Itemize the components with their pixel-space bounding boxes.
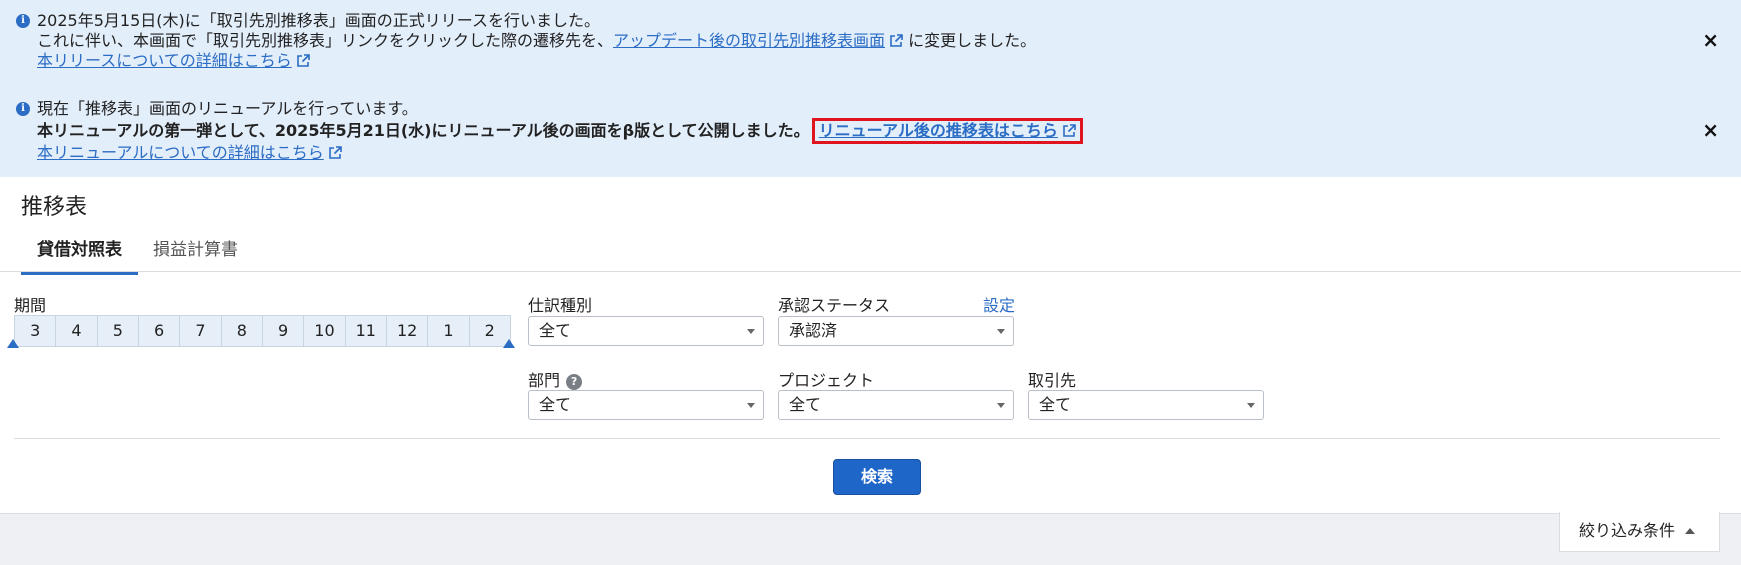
close-release-notice-button[interactable]: × (1702, 30, 1719, 50)
filter-conditions-label: 絞り込み条件 (1579, 521, 1676, 540)
external-link-icon (890, 34, 903, 47)
journal-type-select[interactable]: 全て (528, 316, 764, 346)
release-notice-line2: これに伴い、本画面で「取引先別推移表」リンクをクリックした際の遷移先を、アップデ… (37, 30, 1036, 52)
chevron-down-icon (747, 403, 755, 408)
page-title: 推移表 (21, 195, 88, 220)
chevron-down-icon (1247, 403, 1255, 408)
period-month-cell[interactable]: 12 (387, 316, 429, 346)
renewed-transition-table-link[interactable]: リニューアル後の推移表はこちら (819, 121, 1058, 140)
release-notice-line1: 2025年5月15日(木)に「取引先別推移表」画面の正式リリースを行いました。 (37, 11, 600, 30)
renewal-detail-link[interactable]: 本リニューアルについての詳細はこちら (37, 143, 324, 162)
close-renewal-notice-button[interactable]: × (1702, 120, 1719, 140)
renewal-notice-line2: 本リニューアルの第一弾として、2025年5月21日(水)にリニューアル後の画面を… (37, 118, 1083, 144)
notice-area: i 2025年5月15日(木)に「取引先別推移表」画面の正式リリースを行いました… (0, 0, 1741, 177)
partner-select[interactable]: 全て (1028, 390, 1264, 420)
release-notice-line3: 本リリースについての詳細はこちら (37, 50, 310, 72)
search-button[interactable]: 検索 (833, 459, 921, 495)
journal-type-label: 仕訳種別 (528, 296, 593, 315)
renewal-notice-line2-prefix: 本リニューアルの第一弾として、2025年5月21日(水)にリニューアル後の画面を… (37, 121, 810, 140)
period-month-cell[interactable]: 1 (428, 316, 470, 346)
partner-value: 全て (1039, 395, 1072, 414)
partner-label: 取引先 (1028, 371, 1077, 390)
info-icon: i (16, 102, 30, 116)
renewal-notice-line3: 本リニューアルについての詳細はこちら (37, 142, 342, 164)
period-month-cell[interactable]: 5 (98, 316, 139, 346)
chevron-down-icon (747, 329, 755, 334)
period-month-cell[interactable]: 10 (304, 316, 346, 346)
approval-status-value: 承認済 (789, 321, 838, 340)
period-month-selector[interactable]: 3 4 5 6 7 8 9 10 11 12 1 2 (14, 315, 511, 347)
approval-status-label: 承認ステータス (778, 296, 891, 315)
renewal-notice-line1: 現在「推移表」画面のリニューアルを行っています。 (37, 99, 418, 118)
period-start-handle[interactable] (7, 339, 19, 348)
external-link-icon (328, 146, 342, 159)
release-detail-link[interactable]: 本リリースについての詳細はこちら (37, 51, 292, 70)
period-month-cell[interactable]: 9 (263, 316, 305, 346)
department-select[interactable]: 全て (528, 390, 764, 420)
approval-status-select[interactable]: 承認済 (778, 316, 1014, 346)
chevron-down-icon (997, 329, 1005, 334)
approval-settings-link[interactable]: 設定 (983, 292, 1015, 316)
journal-type-value: 全て (539, 321, 572, 340)
department-value: 全て (539, 395, 572, 414)
release-notice: i 2025年5月15日(木)に「取引先別推移表」画面の正式リリースを行いました… (16, 10, 1716, 72)
project-select[interactable]: 全て (778, 390, 1014, 420)
release-notice-line2-prefix: これに伴い、本画面で「取引先別推移表」リンクをクリックした際の遷移先を、 (37, 31, 614, 50)
department-label: 部門? (528, 367, 583, 391)
report-tabs: 貸借対照表 損益計算書 (0, 236, 1741, 275)
help-icon[interactable]: ? (566, 374, 583, 390)
filter-conditions-toggle[interactable]: 絞り込み条件 (1559, 512, 1720, 552)
period-month-cell[interactable]: 8 (222, 316, 263, 346)
department-label-text: 部門 (528, 371, 561, 390)
footer-area (0, 513, 1741, 565)
period-month-cell[interactable]: 7 (180, 316, 222, 346)
period-month-cell[interactable]: 6 (139, 316, 181, 346)
highlighted-link-box: リニューアル後の推移表はこちら (811, 118, 1083, 144)
chevron-down-icon (997, 403, 1005, 408)
release-notice-line2-suffix: に変更しました。 (908, 31, 1037, 50)
period-month-cell[interactable]: 4 (56, 316, 98, 346)
renewal-notice: i 現在「推移表」画面のリニューアルを行っています。 本リニューアルの第一弾とし… (16, 98, 1716, 164)
period-end-handle[interactable] (503, 339, 515, 348)
project-value: 全て (789, 395, 822, 414)
info-icon: i (16, 14, 30, 28)
project-label: プロジェクト (778, 371, 875, 390)
period-month-cell[interactable]: 3 (15, 316, 57, 346)
chevron-up-icon (1685, 528, 1696, 534)
tab-balance-sheet[interactable]: 貸借対照表 (21, 238, 138, 275)
period-month-cell[interactable]: 11 (346, 316, 387, 346)
period-label: 期間 (14, 296, 47, 315)
divider (14, 438, 1720, 439)
tab-income-statement[interactable]: 損益計算書 (137, 238, 254, 274)
external-link-icon (296, 54, 310, 67)
updated-partner-transition-link[interactable]: アップデート後の取引先別推移表画面 (613, 31, 885, 50)
external-link-icon (1063, 124, 1076, 137)
